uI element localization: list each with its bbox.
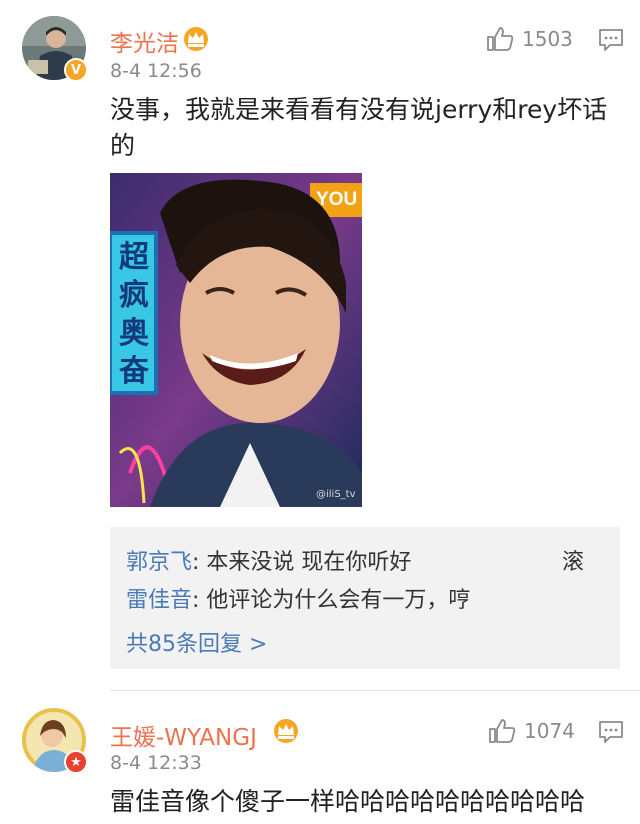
like-count: 1503 [522, 27, 573, 51]
comment-timestamp: 8-4 12:56 [110, 60, 202, 82]
like-button[interactable]: 1503 [486, 26, 573, 52]
comment-text-line-2: 的 [110, 131, 136, 160]
more-replies-link[interactable]: 共85条回复 > [126, 626, 267, 658]
comment-image[interactable]: YOU 超 疯 奥 奋 @iliS_tv [110, 173, 362, 507]
crown-vip-icon [184, 27, 208, 51]
verified-badge-icon: V [64, 58, 88, 82]
comment-2: ★ 王媛-WYANGJ 8-4 12:33 1074 雷佳音像个傻子一样哈哈哈哈… [0, 690, 640, 824]
comment-text-line-1: 没事，我就是来看看有没有说jerry和rey坏话 [110, 95, 608, 124]
thumbs-up-icon [487, 27, 514, 51]
thumbs-up-icon [489, 719, 516, 743]
reply-box: 郭京飞: 本来没说 现在你听好 滚 雷佳音: 他评论为什么会有一万，哼 共85条… [110, 527, 620, 669]
photo-watermark: @iliS_tv [316, 489, 356, 500]
comment-reply-icon[interactable] [598, 720, 624, 744]
photo-side-label: 超 疯 奥 奋 [119, 240, 149, 389]
like-count: 1074 [524, 719, 575, 743]
verified-badge-icon: ★ [64, 750, 88, 774]
reply-author: 雷佳音 [126, 588, 193, 613]
comment-timestamp: 8-4 12:33 [110, 752, 202, 774]
reply-item[interactable]: 雷佳音: 他评论为什么会有一万，哼 [126, 582, 470, 614]
reply-text: 他评论为什么会有一万，哼 [206, 588, 471, 613]
comment-text-line-1: 雷佳音像个傻子一样哈哈哈哈哈哈哈哈哈哈 [110, 787, 586, 816]
like-button[interactable]: 1074 [488, 718, 575, 744]
reply-text: 本来没说 现在你听好 [206, 550, 412, 575]
comment-username[interactable]: 李光洁 [110, 24, 179, 58]
photo-corner-label: YOU [316, 189, 358, 210]
comment-1: V 李光洁 8-4 12:56 1503 没事，我就是来看看有没有说jerry和… [0, 0, 640, 690]
reply-trailing-text: 滚 [562, 550, 585, 575]
reply-item[interactable]: 郭京飞: 本来没说 现在你听好 [126, 544, 411, 576]
reply-author: 郭京飞 [126, 550, 193, 575]
comment-reply-icon[interactable] [598, 28, 624, 52]
comment-username[interactable]: 王媛-WYANGJ [110, 718, 257, 752]
crown-vip-icon [274, 719, 298, 743]
